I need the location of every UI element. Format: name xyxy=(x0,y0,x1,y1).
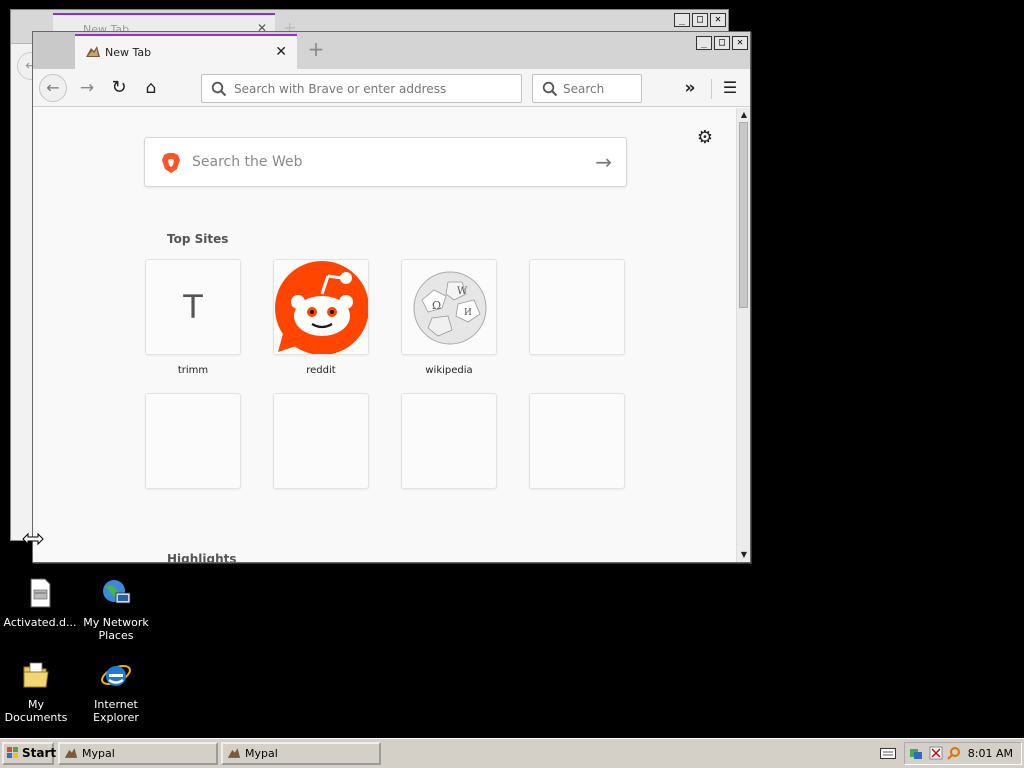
desktop-icon-label: My Documents xyxy=(4,698,68,724)
mypal-icon xyxy=(64,748,78,758)
forward-button[interactable]: → xyxy=(73,74,101,102)
top-site-tile-empty[interactable] xyxy=(529,393,625,489)
tabstrip: New Tab ✕ + _ □ ✕ xyxy=(33,32,750,69)
top-site-thumbnail[interactable]: Ω W И xyxy=(401,259,497,355)
taskbar: Start Mypal Mypal 8:01 AM xyxy=(0,738,1024,768)
address-bar[interactable] xyxy=(201,74,522,103)
top-site-tile-empty[interactable] xyxy=(273,393,369,489)
security-tray-icon[interactable] xyxy=(929,746,943,760)
maximize-button[interactable]: □ xyxy=(714,36,730,50)
desktop-icon-label: My Network Places xyxy=(83,616,149,642)
desktop-icon-activated[interactable]: Activated.d... xyxy=(0,577,80,629)
resize-cursor-icon xyxy=(22,532,44,546)
system-clock: 8:01 AM xyxy=(967,747,1013,760)
keyboard-icon[interactable] xyxy=(880,747,896,759)
top-site-tile-empty[interactable] xyxy=(145,393,241,489)
browser-window[interactable]: New Tab ✕ + _ □ ✕ ← → ↻ ⌂ » xyxy=(32,31,751,563)
desktop-icon-label: Activated.d... xyxy=(3,616,77,629)
toolbar-separator xyxy=(711,79,712,99)
search-input[interactable] xyxy=(563,75,639,102)
top-site-tile-empty[interactable] xyxy=(529,259,625,355)
home-button[interactable]: ⌂ xyxy=(137,74,165,102)
taskbar-item-label: Mypal xyxy=(245,747,278,760)
new-tab-page: ⚙ Search the Web → Top Sites T trimm red… xyxy=(33,108,736,562)
hamburger-menu-button[interactable]: ☰ xyxy=(718,76,742,100)
arrow-right-icon[interactable]: → xyxy=(595,150,612,174)
folder-icon xyxy=(23,662,49,688)
minimize-button[interactable]: _ xyxy=(674,13,690,27)
mypal-icon xyxy=(227,748,241,758)
taskbar-item-mypal[interactable]: Mypal xyxy=(221,742,381,765)
back-button[interactable]: ← xyxy=(39,74,67,102)
top-site-thumbnail[interactable] xyxy=(273,259,369,355)
top-site-tile[interactable]: T trimm xyxy=(145,259,241,379)
desktop-icon-my-documents[interactable]: My Documents xyxy=(0,659,76,724)
desktop-icon-network-places[interactable]: My Network Places xyxy=(76,577,156,642)
top-site-thumbnail[interactable] xyxy=(401,393,497,489)
tab-title: New Tab xyxy=(105,46,152,59)
scroll-up-arrow-icon[interactable]: ▲ xyxy=(738,109,750,121)
address-input[interactable] xyxy=(234,75,514,102)
top-sites-heading: Top Sites xyxy=(167,232,229,246)
vertical-scrollbar[interactable]: ▲ ▼ xyxy=(736,108,750,562)
letter-icon: T xyxy=(183,288,203,326)
svg-text:И: И xyxy=(464,308,472,318)
close-button[interactable]: ✕ xyxy=(732,36,748,50)
reload-button[interactable]: ↻ xyxy=(105,74,133,102)
svg-text:Ω: Ω xyxy=(432,299,441,312)
windows-logo-icon xyxy=(7,747,18,758)
highlights-heading: Highlights xyxy=(167,552,237,562)
search-icon xyxy=(211,81,227,97)
tabstrip-spacer xyxy=(33,32,75,69)
internet-explorer-icon xyxy=(101,665,131,686)
svg-text:W: W xyxy=(457,286,468,297)
top-site-thumbnail[interactable] xyxy=(273,393,369,489)
network-places-icon xyxy=(103,580,131,604)
tab-new-tab[interactable]: New Tab ✕ xyxy=(75,34,297,69)
desktop-icon-label: Internet Explorer xyxy=(93,698,139,724)
close-button[interactable]: ✕ xyxy=(710,13,726,27)
top-site-label: reddit xyxy=(306,365,336,376)
top-site-thumbnail[interactable]: T xyxy=(145,259,241,355)
background-window-controls: _ □ ✕ xyxy=(674,13,726,27)
search-icon xyxy=(542,81,558,97)
scrollbar-thumb[interactable] xyxy=(739,122,748,308)
reddit-icon xyxy=(274,260,368,354)
scroll-down-arrow-icon[interactable]: ▼ xyxy=(738,549,750,561)
taskbar-item-label: Mypal xyxy=(82,747,115,760)
navigation-toolbar: ← → ↻ ⌂ » ☰ xyxy=(33,69,750,107)
top-site-thumbnail[interactable] xyxy=(145,393,241,489)
settings-gear-icon[interactable]: ⚙ xyxy=(695,128,715,148)
web-search-placeholder: Search the Web xyxy=(192,154,303,170)
top-site-thumbnail[interactable] xyxy=(529,393,625,489)
search-bar[interactable] xyxy=(532,74,642,103)
system-tray: 8:01 AM xyxy=(904,742,1022,765)
top-site-tile-empty[interactable] xyxy=(401,393,497,489)
top-site-tile[interactable]: Ω W И wikipedia xyxy=(401,259,497,379)
mypal-favicon-icon xyxy=(86,46,100,57)
overflow-menu-button[interactable]: » xyxy=(678,75,702,101)
search-tray-icon[interactable] xyxy=(947,746,961,760)
top-site-thumbnail[interactable] xyxy=(529,259,625,355)
top-site-tile[interactable]: reddit xyxy=(273,259,369,379)
minimize-button[interactable]: _ xyxy=(696,36,712,50)
desktop-icon-internet-explorer[interactable]: Internet Explorer xyxy=(76,659,156,724)
web-search-box[interactable]: Search the Web → xyxy=(144,137,627,187)
new-tab-button[interactable]: + xyxy=(305,38,327,60)
top-site-label: wikipedia xyxy=(425,365,473,376)
maximize-button[interactable]: □ xyxy=(692,13,708,27)
close-tab-icon[interactable]: ✕ xyxy=(275,44,287,60)
start-button[interactable]: Start xyxy=(2,742,57,765)
start-label: Start xyxy=(22,746,57,760)
network-tray-icon[interactable] xyxy=(909,746,923,760)
top-site-label: trimm xyxy=(177,365,209,376)
window-controls: _ □ ✕ xyxy=(696,36,748,50)
wikipedia-icon: Ω W И xyxy=(413,271,487,345)
document-icon xyxy=(30,578,51,608)
taskbar-item-mypal[interactable]: Mypal xyxy=(58,742,218,765)
brave-lion-icon xyxy=(162,153,180,173)
